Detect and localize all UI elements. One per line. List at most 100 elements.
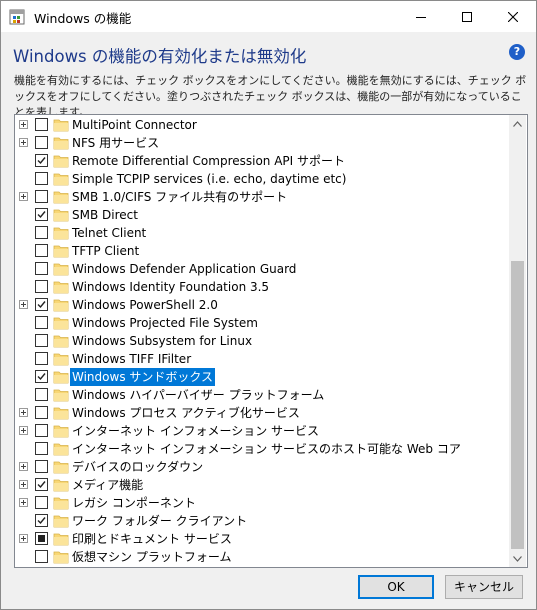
feature-row[interactable]: 仮想マシン プラットフォーム [15,548,509,566]
feature-label: デバイスのロックダウン [72,460,204,474]
features-tree[interactable]: MultiPoint Connector NFS 用サービス Remote Diff… [14,114,528,568]
vertical-scrollbar[interactable] [509,115,526,567]
feature-checkbox[interactable] [35,370,48,383]
feature-label: インターネット インフォメーション サービス [72,424,320,438]
feature-checkbox[interactable] [35,226,48,239]
help-icon[interactable]: ? [509,44,525,60]
folder-icon [53,533,69,546]
feature-label: Windows PowerShell 2.0 [72,298,218,312]
feature-checkbox[interactable] [35,496,48,509]
feature-checkbox[interactable] [35,262,48,275]
feature-checkbox[interactable] [35,478,48,491]
feature-row[interactable]: レガシ コンポーネント [15,494,509,512]
expand-icon[interactable] [19,426,28,435]
scroll-down-arrow[interactable] [509,550,526,567]
checkmark-icon [37,481,46,489]
expand-icon[interactable] [19,480,28,489]
feature-row[interactable]: Telnet Client [15,224,509,242]
expand-icon[interactable] [19,192,28,201]
feature-row[interactable]: メディア機能 [15,476,509,494]
close-button[interactable] [490,1,536,32]
feature-checkbox[interactable] [35,118,48,131]
feature-checkbox[interactable] [35,406,48,419]
expand-icon[interactable] [19,408,28,417]
feature-row[interactable]: SMB 1.0/CIFS ファイル共有のサポート [15,188,509,206]
feature-row[interactable]: Windows PowerShell 2.0 [15,296,509,314]
feature-row[interactable]: Simple TCPIP services (i.e. echo, daytim… [15,170,509,188]
folder-icon [53,335,69,348]
maximize-icon [462,11,472,22]
folder-icon [53,209,69,222]
minimize-button[interactable] [398,1,444,32]
feature-row[interactable]: Windows サンドボックス [15,368,509,386]
feature-checkbox[interactable] [35,442,48,455]
feature-checkbox[interactable] [35,244,48,257]
feature-label: NFS 用サービス [72,136,160,150]
windows-features-dialog: Windows の機能 Windows の機能の有効化または無効化 ? 機能を有… [0,0,537,610]
checkmark-icon [37,301,46,309]
feature-checkbox[interactable] [35,280,48,293]
feature-label: Windows ハイパーバイザー プラットフォーム [72,388,325,402]
folder-icon [53,119,69,132]
feature-label: Windows プロセス アクティブ化サービス [72,406,300,420]
feature-row[interactable]: Windows Subsystem for Linux [15,332,509,350]
feature-checkbox[interactable] [35,298,48,311]
scroll-thumb[interactable] [511,261,524,549]
feature-label: Windows Identity Foundation 3.5 [72,280,270,294]
feature-checkbox[interactable] [35,514,48,527]
feature-row[interactable]: NFS 用サービス [15,134,509,152]
feature-checkbox[interactable] [35,334,48,347]
feature-checkbox[interactable] [35,388,48,401]
feature-row[interactable]: デバイスのロックダウン [15,458,509,476]
feature-row[interactable]: Windows ハイパーバイザー プラットフォーム [15,386,509,404]
feature-checkbox[interactable] [35,532,48,545]
feature-row[interactable]: TFTP Client [15,242,509,260]
feature-checkbox[interactable] [35,424,48,437]
maximize-button[interactable] [444,1,490,32]
feature-row[interactable]: インターネット インフォメーション サービスのホスト可能な Web コア [15,440,509,458]
feature-checkbox[interactable] [35,208,48,221]
chevron-down-icon [513,555,522,562]
folder-icon [53,353,69,366]
folder-icon [53,173,69,186]
feature-checkbox[interactable] [35,550,48,563]
feature-row[interactable]: インターネット インフォメーション サービス [15,422,509,440]
folder-icon [53,443,69,456]
checkmark-icon [37,517,46,525]
feature-checkbox[interactable] [35,460,48,473]
feature-row[interactable]: Remote Differential Compression API サポート [15,152,509,170]
feature-row[interactable]: MultiPoint Connector [15,116,509,134]
folder-icon [53,191,69,204]
expand-icon[interactable] [19,498,28,507]
feature-row[interactable]: Windows Defender Application Guard [15,260,509,278]
feature-label: Windows Projected File System [72,316,258,330]
feature-row[interactable]: Windows Projected File System [15,314,509,332]
folder-icon [53,299,69,312]
feature-checkbox[interactable] [35,172,48,185]
feature-row[interactable]: ワーク フォルダー クライアント [15,512,509,530]
folder-icon [53,245,69,258]
feature-checkbox[interactable] [35,190,48,203]
chevron-up-icon [513,120,522,127]
feature-checkbox[interactable] [35,352,48,365]
scroll-up-arrow[interactable] [509,115,526,132]
cancel-button[interactable]: キャンセル [445,575,523,599]
expand-icon[interactable] [19,120,28,129]
folder-icon [53,263,69,276]
feature-checkbox[interactable] [35,136,48,149]
expand-icon[interactable] [19,534,28,543]
feature-checkbox[interactable] [35,316,48,329]
feature-label: Windows TIFF IFilter [72,352,192,366]
feature-checkbox[interactable] [35,154,48,167]
expand-icon[interactable] [19,462,28,471]
folder-icon [53,425,69,438]
feature-row[interactable]: SMB Direct [15,206,509,224]
feature-row[interactable]: Windows TIFF IFilter [15,350,509,368]
feature-row[interactable]: Windows Identity Foundation 3.5 [15,278,509,296]
title-bar[interactable]: Windows の機能 [1,1,536,32]
feature-row[interactable]: Windows プロセス アクティブ化サービス [15,404,509,422]
expand-icon[interactable] [19,138,28,147]
ok-button[interactable]: OK [358,575,434,599]
feature-row[interactable]: 印刷とドキュメント サービス [15,530,509,548]
expand-icon[interactable] [19,300,28,309]
